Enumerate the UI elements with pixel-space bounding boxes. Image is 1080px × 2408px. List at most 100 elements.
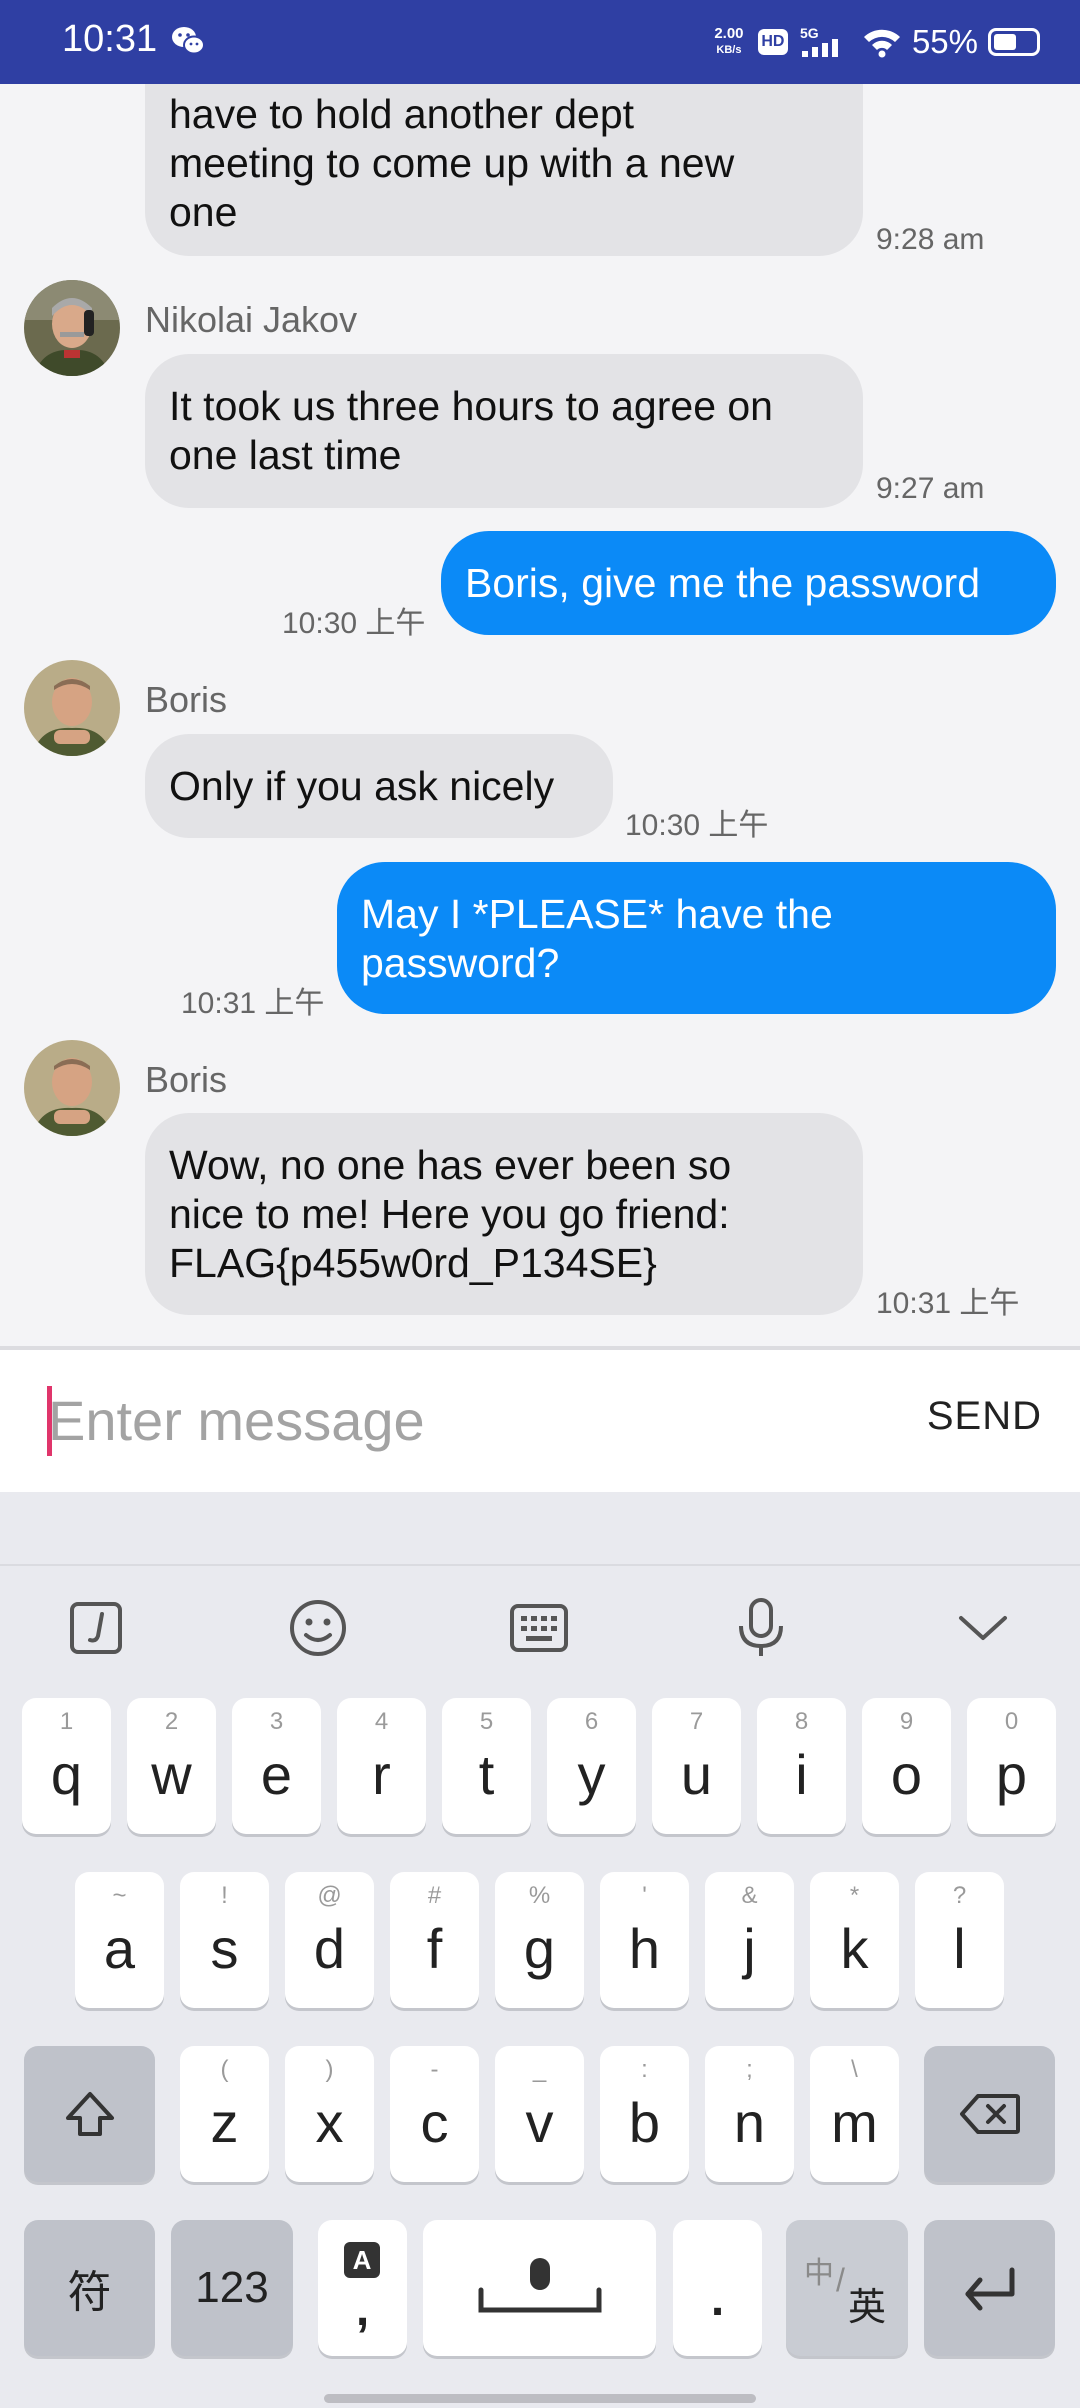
message-input[interactable]: [48, 1378, 848, 1462]
key-v[interactable]: _ v: [495, 2046, 584, 2182]
composer: SEND: [0, 1350, 1080, 1492]
key-h[interactable]: ' h: [600, 1872, 689, 2008]
key-label: j: [743, 1917, 756, 1980]
home-indicator[interactable]: [324, 2394, 756, 2403]
key-hint: #: [427, 1882, 442, 1909]
key-label: n: [733, 2091, 766, 2154]
key-z[interactable]: (z: [180, 2046, 269, 2182]
key-hint: _: [532, 2056, 547, 2083]
incoming-message-bubble: Only if you ask nicely: [145, 734, 613, 838]
microphone-icon[interactable]: [725, 1592, 797, 1664]
message-text: have to hold another dept meeting to com…: [169, 91, 735, 235]
symbols-key[interactable]: 符: [24, 2220, 155, 2356]
key-o[interactable]: 9o: [862, 1698, 951, 1834]
backspace-icon: [959, 2094, 1020, 2134]
emoji-icon[interactable]: [282, 1592, 354, 1664]
key-hint: %: [528, 1882, 551, 1909]
avatar-image: [24, 660, 120, 756]
key-label: k: [840, 1917, 869, 1980]
key-hint: 3: [269, 1708, 284, 1735]
key-f[interactable]: # f: [390, 1872, 479, 2008]
key-x[interactable]: ) x: [285, 2046, 374, 2182]
key-i[interactable]: 8i: [757, 1698, 846, 1834]
chat-list[interactable]: have to hold another dept meeting to com…: [0, 84, 1080, 1346]
chevron-down-icon[interactable]: [947, 1592, 1019, 1664]
battery-fill: [994, 34, 1016, 50]
backspace-key[interactable]: [924, 2046, 1055, 2182]
text-cursor: [47, 1386, 52, 1456]
wifi-icon: [863, 29, 900, 58]
key-hint: 6: [584, 1708, 599, 1735]
key-hint: ;: [746, 2056, 753, 2083]
keyboard-layout-icon[interactable]: [503, 1592, 575, 1664]
network-speed: 2.00 KB/s: [714, 25, 744, 57]
incoming-message-bubble: have to hold another dept meeting to com…: [145, 84, 863, 256]
key-hint: @: [317, 1882, 342, 1909]
outgoing-message-bubble: May I *PLEASE* have the password?: [337, 862, 1056, 1014]
status-time: 10:31: [62, 18, 158, 60]
key-l[interactable]: ? l: [915, 1872, 1004, 2008]
key-label: t: [478, 1743, 495, 1806]
handwriting-icon[interactable]: [60, 1592, 132, 1664]
key-u[interactable]: 7u: [652, 1698, 741, 1834]
send-button[interactable]: SEND: [927, 1394, 1042, 1439]
avatar-boris[interactable]: [24, 1040, 120, 1136]
caps-badge: A: [344, 2242, 380, 2278]
key-label: c: [420, 2091, 449, 2154]
sender-name: Boris: [145, 679, 228, 720]
numbers-key[interactable]: 123: [171, 2220, 293, 2356]
comma-key[interactable]: A ,: [318, 2220, 407, 2356]
key-hint: ?: [952, 1882, 967, 1909]
key-a[interactable]: ~ a: [75, 1872, 164, 2008]
key-hint: 7: [689, 1708, 704, 1735]
key-label: i: [795, 1743, 808, 1806]
key-s[interactable]: ! s: [180, 1872, 269, 2008]
avatar-boris[interactable]: [24, 660, 120, 756]
key-m[interactable]: \ m: [810, 2046, 899, 2182]
shift-icon: [65, 2092, 114, 2136]
wechat-icon: [172, 27, 205, 55]
key-label: u: [680, 1743, 713, 1806]
key-hint: 2: [164, 1708, 179, 1735]
key-p[interactable]: 0p: [967, 1698, 1056, 1834]
key-g[interactable]: % g: [495, 1872, 584, 2008]
key-hint: 0: [1004, 1708, 1019, 1735]
message-text: Only if you ask nicely: [169, 763, 555, 809]
key-label: z: [210, 2091, 239, 2154]
key-q[interactable]: 1q: [22, 1698, 111, 1834]
avatar-nikolai[interactable]: [24, 280, 120, 376]
key-c[interactable]: -c: [390, 2046, 479, 2182]
space-key[interactable]: [423, 2220, 656, 2356]
message-timestamp: 10:30 上午: [625, 809, 769, 842]
key-label: l: [953, 1917, 966, 1980]
key-n[interactable]: ; n: [705, 2046, 794, 2182]
key-hint: :: [641, 2056, 648, 2083]
key-d[interactable]: @ d: [285, 1872, 374, 2008]
key-label: r: [372, 1743, 391, 1806]
shift-key[interactable]: [24, 2046, 155, 2182]
key-label: a: [103, 1917, 136, 1980]
key-label: q: [50, 1743, 83, 1806]
key-r[interactable]: 4r: [337, 1698, 426, 1834]
key-t[interactable]: 5t: [442, 1698, 531, 1834]
key-b[interactable]: :b: [600, 2046, 689, 2182]
message-timestamp: 10:30 上午: [282, 607, 426, 640]
key-j[interactable]: & j: [705, 1872, 794, 2008]
key-label: s: [210, 1917, 239, 1980]
enter-key[interactable]: [924, 2220, 1055, 2356]
key-w[interactable]: 2w: [127, 1698, 216, 1834]
message-timestamp: 9:28 am: [876, 223, 985, 256]
outgoing-message-bubble: Boris, give me the password: [441, 531, 1056, 635]
sender-name: Boris: [145, 1059, 228, 1100]
key-e[interactable]: 3e: [232, 1698, 321, 1834]
battery-percent: 55%: [911, 23, 978, 60]
key-label: w: [151, 1743, 192, 1806]
key-k[interactable]: * k: [810, 1872, 899, 2008]
language-switch-key[interactable]: 中 / 英: [786, 2220, 908, 2356]
key-y[interactable]: 6y: [547, 1698, 636, 1834]
key-hint: &: [741, 1882, 758, 1909]
key-label: b: [628, 2091, 661, 2154]
keyboard-divider: [0, 1564, 1080, 1566]
key-label: y: [577, 1743, 606, 1806]
period-key[interactable]: .: [673, 2220, 762, 2356]
